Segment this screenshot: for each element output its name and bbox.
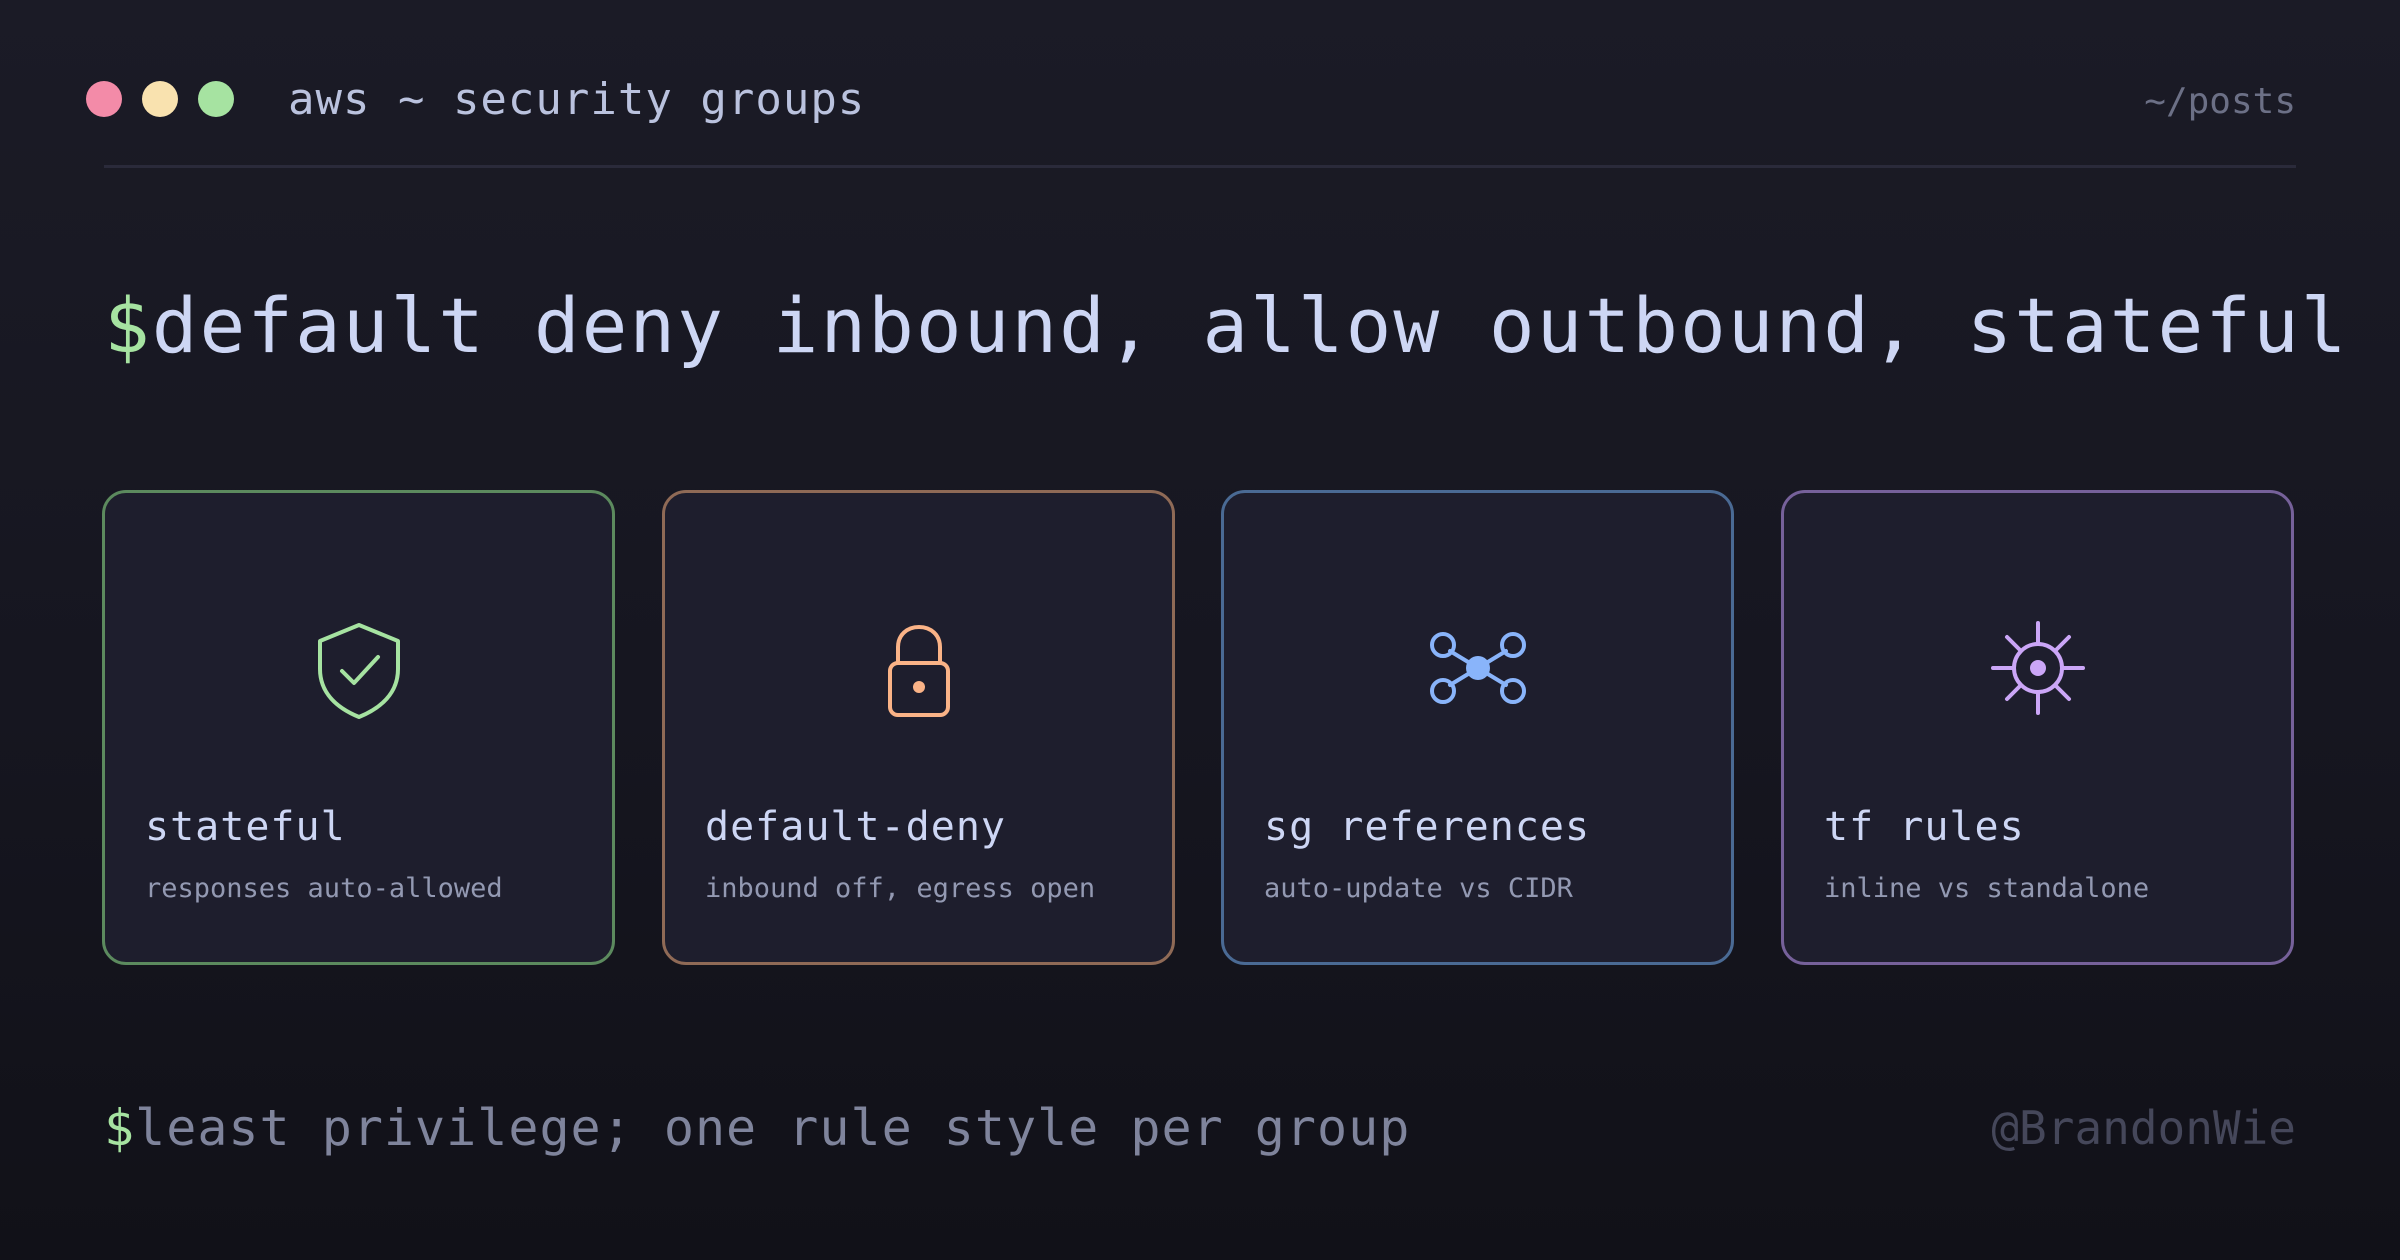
posts-path-link[interactable]: ~/posts — [2144, 74, 2296, 130]
shield-check-icon — [304, 613, 414, 723]
gear-icon — [1983, 613, 2093, 723]
card-subtitle: auto-update vs CIDR — [1264, 873, 1573, 904]
card-title: stateful — [145, 804, 346, 850]
card-subtitle: inline vs standalone — [1824, 873, 2150, 904]
footer-prompt: $ — [104, 1099, 136, 1157]
close-window-dot[interactable] — [86, 81, 122, 117]
headline-text: default deny inbound, allow outbound, st… — [151, 281, 2349, 370]
card-default-deny: default-deny inbound off, egress open — [662, 490, 1175, 965]
lock-icon — [864, 613, 974, 723]
header: aws ~ security groups ~/posts — [86, 62, 2296, 140]
card-tf-rules: tf rules inline vs standalone — [1781, 490, 2294, 965]
footer-note: $least privilege; one rule style per gro… — [104, 1096, 1410, 1160]
card-row: stateful responses auto-allowed default-… — [102, 490, 2298, 970]
card-title: sg references — [1264, 804, 1591, 850]
network-nodes-icon — [1423, 613, 1533, 723]
author-handle[interactable]: @BrandonWie — [1991, 1098, 2296, 1158]
header-divider — [104, 165, 2296, 168]
card-title: default-deny — [705, 804, 1006, 850]
page-headline: $default deny inbound, allow outbound, s… — [104, 276, 2349, 376]
headline-prompt: $ — [104, 281, 152, 370]
card-stateful: stateful responses auto-allowed — [102, 490, 615, 965]
card-subtitle: responses auto-allowed — [145, 873, 503, 904]
card-title: tf rules — [1824, 804, 2025, 850]
minimize-window-dot[interactable] — [142, 81, 178, 117]
window-title: aws ~ security groups — [288, 74, 866, 125]
footer-text: least privilege; one rule style per grou… — [135, 1099, 1411, 1157]
maximize-window-dot[interactable] — [198, 81, 234, 117]
card-sg-references: sg references auto-update vs CIDR — [1221, 490, 1734, 965]
card-subtitle: inbound off, egress open — [705, 873, 1096, 904]
